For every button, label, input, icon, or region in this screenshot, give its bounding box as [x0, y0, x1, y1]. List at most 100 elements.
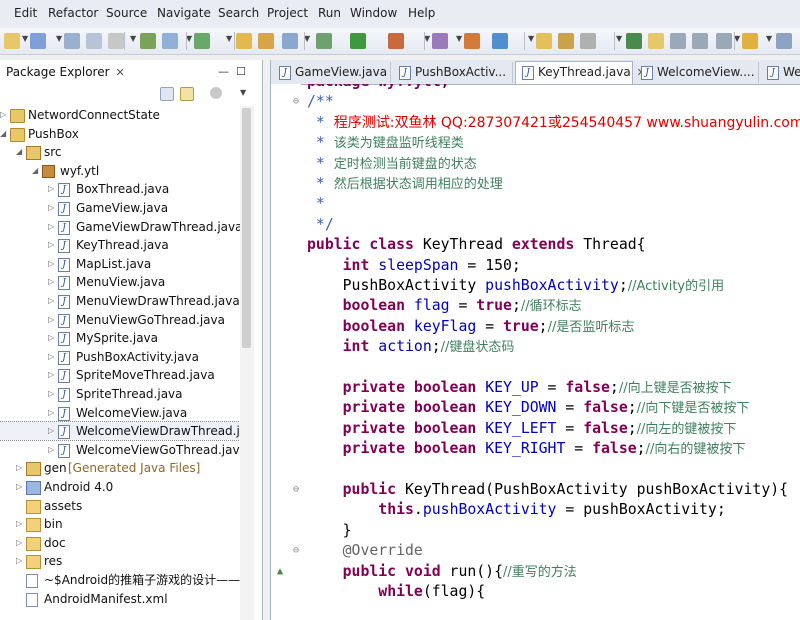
tree-item[interactable]: assets — [0, 497, 240, 515]
chevron-down-icon[interactable]: ▼ — [766, 34, 772, 43]
expanded-icon[interactable]: ◢ — [0, 125, 6, 143]
collapsed-icon[interactable]: ▷ — [16, 478, 22, 496]
view-menu-icon[interactable] — [210, 87, 222, 99]
chevron-down-icon[interactable]: ▼ — [456, 34, 462, 43]
menu-refactor[interactable]: Refactor — [48, 6, 98, 20]
chevron-down-icon[interactable]: ▼ — [616, 34, 622, 43]
menu-search[interactable]: Search — [218, 6, 259, 20]
new-class-icon[interactable] — [492, 33, 508, 49]
collapsed-icon[interactable]: ▷ — [48, 422, 54, 440]
java-file-item[interactable]: ▷ J MySprite.java — [0, 329, 240, 347]
open-folder-icon[interactable] — [536, 33, 552, 49]
block-selection-icon[interactable] — [670, 33, 686, 49]
scrollbar-thumb[interactable] — [242, 108, 251, 348]
collapsed-icon[interactable]: ▷ — [48, 273, 54, 291]
package-explorer-tab[interactable]: Package Explorer ✕ — [0, 60, 131, 84]
whitespace-icon[interactable] — [692, 33, 708, 49]
collapsed-icon[interactable]: ▷ — [48, 311, 54, 329]
java-file-item[interactable]: ▷ J WelcomeViewGoThread.java — [0, 441, 240, 459]
tab-welcomeview[interactable]: J WelcomeView.... — [635, 62, 759, 83]
collapsed-icon[interactable]: ▷ — [48, 404, 54, 422]
menu-edit[interactable]: Edit — [14, 6, 37, 20]
tree-item[interactable]: ▷ res — [0, 552, 240, 570]
expanded-icon[interactable]: ◢ — [16, 143, 22, 161]
java-file-item[interactable]: ▷ J SpriteMoveThread.java — [0, 366, 240, 384]
chevron-down-icon[interactable]: ▼ — [226, 34, 232, 43]
collapsed-icon[interactable]: ▷ — [16, 534, 22, 552]
tab-keythreadjava[interactable]: JKeyThread.java✕ — [515, 61, 646, 84]
collapsed-icon[interactable]: ▷ — [48, 180, 54, 198]
menu-help[interactable]: Help — [408, 6, 435, 20]
collapsed-icon[interactable]: ▷ — [0, 106, 6, 124]
skip-breakpoints-icon[interactable] — [432, 33, 448, 49]
menu-project[interactable]: Project — [267, 6, 308, 20]
java-file-item[interactable]: ▷ J WelcomeView.java — [0, 404, 240, 422]
last-edit-icon[interactable] — [716, 33, 732, 49]
chevron-down-icon[interactable]: ▼ — [240, 88, 246, 97]
collapsed-icon[interactable]: ▷ — [16, 515, 22, 533]
collapsed-icon[interactable]: ▷ — [48, 236, 54, 254]
pin-icon[interactable] — [580, 33, 596, 49]
java-file-item[interactable]: ▷ J GameView.java — [0, 199, 240, 217]
java-file-item[interactable]: ▷ J SpriteThread.java — [0, 385, 240, 403]
java-file-item[interactable]: ▷ J MapList.java — [0, 255, 240, 273]
new-icon[interactable] — [4, 33, 20, 49]
java-file-item[interactable]: ▷ J PushBoxActivity.java — [0, 348, 240, 366]
tree-item[interactable]: ▷ doc — [0, 534, 240, 552]
collapsed-icon[interactable]: ▷ — [16, 552, 22, 570]
collapsed-icon[interactable]: ▷ — [48, 218, 54, 236]
menu-run[interactable]: Run — [318, 6, 341, 20]
chevron-down-icon[interactable]: ▼ — [22, 34, 28, 43]
external-tools-icon[interactable] — [388, 33, 404, 49]
tree-item[interactable]: ▷ gen [Generated Java Files] — [0, 459, 240, 477]
fold-icon[interactable]: ⊖ — [293, 484, 299, 495]
chevron-down-icon[interactable]: ▼ — [56, 34, 62, 43]
chevron-down-icon[interactable]: ▼ — [528, 34, 534, 43]
collapsed-icon[interactable]: ▷ — [48, 255, 54, 273]
run-icon[interactable] — [350, 33, 366, 49]
tab-gameviewjava[interactable]: J GameView.java — [273, 62, 391, 83]
link-with-editor-icon[interactable] — [180, 87, 194, 101]
java-file-item[interactable]: ▷ J MenuViewDrawThread.java — [0, 292, 240, 310]
tree-item[interactable]: ~$Android的推箱子游戏的设计——毕 — [0, 571, 240, 589]
save-all-icon[interactable] — [86, 33, 102, 49]
menu-navigate[interactable]: Navigate — [157, 6, 211, 20]
maximize-icon[interactable]: ☐ — [236, 65, 246, 78]
next-annotation-icon[interactable] — [626, 33, 642, 49]
collapsed-icon[interactable]: ▷ — [48, 366, 54, 384]
collapsed-icon[interactable]: ▷ — [16, 459, 22, 477]
refresh-icon[interactable] — [162, 33, 178, 49]
expanded-icon[interactable]: ◢ — [32, 162, 38, 180]
tab-pushboxactiv[interactable]: J PushBoxActiv... — [393, 62, 513, 83]
back-icon[interactable] — [776, 33, 792, 49]
open-file-icon[interactable] — [558, 33, 574, 49]
pin-editor-icon[interactable] — [742, 33, 758, 49]
tree-item[interactable]: ▷ Android 4.0 — [0, 478, 240, 496]
toggle-mark-icon[interactable] — [648, 33, 664, 49]
save-icon[interactable] — [64, 33, 80, 49]
tree-item[interactable]: ◢ src — [0, 143, 240, 161]
java-file-item[interactable]: ▷ J KeyThread.java — [0, 236, 240, 254]
new-package-icon[interactable] — [464, 33, 480, 49]
minimize-icon[interactable]: — — [218, 65, 229, 78]
java-file-item[interactable]: ▷ J MenuView.java — [0, 273, 240, 291]
java-file-item[interactable]: ▷ J MenuViewGoThread.java — [0, 311, 240, 329]
collapsed-icon[interactable]: ▷ — [48, 385, 54, 403]
menu-window[interactable]: Window — [350, 6, 397, 20]
menu-source[interactable]: Source — [106, 6, 147, 20]
search-icon[interactable] — [258, 33, 274, 49]
tree-item[interactable]: ◢ PushBox — [0, 125, 240, 143]
open-type-icon[interactable] — [236, 33, 252, 49]
chevron-down-icon[interactable]: ▼ — [130, 34, 136, 43]
close-icon[interactable]: ✕ — [116, 66, 125, 79]
tree-item[interactable]: ▷ bin — [0, 515, 240, 533]
code-editor[interactable]: ⊖ ⊖ ⊖ ▲ package wyf.ytl; /** * 程序测试:双鱼林 QQ:2… — [271, 84, 800, 620]
collapsed-icon[interactable]: ▷ — [48, 348, 54, 366]
tree-item[interactable]: ▷ NetwordConnectState — [0, 106, 240, 124]
collapsed-icon[interactable]: ▷ — [48, 199, 54, 217]
new-wizard-icon[interactable] — [30, 33, 46, 49]
print-icon[interactable] — [108, 33, 124, 49]
tab-wel[interactable]: J Wel — [761, 62, 800, 83]
java-file-item[interactable]: ▷ J BoxThread.java — [0, 180, 240, 198]
collapsed-icon[interactable]: ▷ — [48, 329, 54, 347]
